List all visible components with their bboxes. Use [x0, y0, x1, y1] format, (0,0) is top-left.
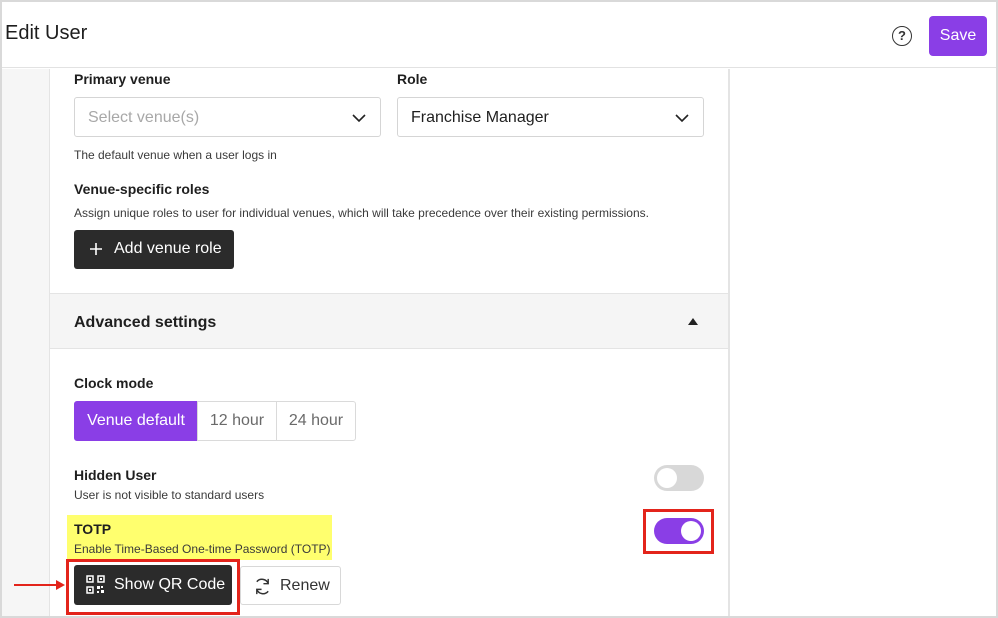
- toggle-knob: [681, 521, 701, 541]
- totp-label: TOTP: [74, 521, 112, 537]
- clock-mode-label: Clock mode: [74, 375, 154, 391]
- hidden-user-label: Hidden User: [74, 467, 157, 483]
- caret-up-icon: [688, 318, 698, 325]
- venue-roles-label: Venue-specific roles: [74, 181, 210, 197]
- save-button[interactable]: Save: [929, 16, 987, 56]
- primary-venue-label: Primary venue: [74, 71, 171, 87]
- role-select[interactable]: Franchise Manager: [397, 97, 704, 137]
- qr-code-icon: [86, 575, 105, 594]
- clock-mode-24-hour[interactable]: 24 hour: [276, 401, 356, 441]
- totp-help: Enable Time-Based One-time Password (TOT…: [74, 542, 331, 556]
- hidden-user-toggle[interactable]: [654, 465, 704, 491]
- clock-mode-venue-default[interactable]: Venue default: [74, 401, 198, 441]
- help-icon[interactable]: ?: [892, 26, 912, 46]
- plus-icon: [90, 243, 102, 255]
- refresh-icon: [256, 578, 269, 595]
- role-label: Role: [397, 71, 428, 87]
- clock-mode-12-hour[interactable]: 12 hour: [197, 401, 277, 441]
- chevron-down-icon: [352, 114, 366, 123]
- arrow-right-icon: [14, 584, 58, 586]
- role-value: Franchise Manager: [411, 109, 549, 126]
- primary-venue-placeholder: Select venue(s): [88, 109, 200, 126]
- show-qr-code-button[interactable]: Show QR Code: [74, 565, 232, 605]
- edit-user-window: Edit User ? Save Primary venue Select ve…: [0, 0, 998, 618]
- venue-roles-help: Assign unique roles to user for individu…: [74, 206, 649, 220]
- right-panel: [729, 69, 996, 616]
- advanced-settings-title: Advanced settings: [74, 314, 217, 331]
- add-venue-role-label: Add venue role: [114, 240, 222, 257]
- add-venue-role-button[interactable]: Add venue role: [74, 230, 234, 269]
- toggle-knob: [657, 468, 677, 488]
- renew-label: Renew: [280, 577, 330, 594]
- totp-toggle[interactable]: [654, 518, 704, 544]
- renew-button[interactable]: Renew: [240, 566, 341, 605]
- primary-venue-select[interactable]: Select venue(s): [74, 97, 381, 137]
- show-qr-code-label: Show QR Code: [114, 576, 226, 593]
- primary-venue-help: The default venue when a user logs in: [74, 148, 277, 162]
- hidden-user-help: User is not visible to standard users: [74, 488, 265, 502]
- page-title: Edit User: [5, 22, 88, 44]
- arrow-head: [56, 580, 65, 590]
- chevron-down-icon: [675, 114, 689, 123]
- advanced-settings-header[interactable]: Advanced settings: [50, 293, 728, 349]
- page-header: Edit User ? Save: [2, 2, 996, 68]
